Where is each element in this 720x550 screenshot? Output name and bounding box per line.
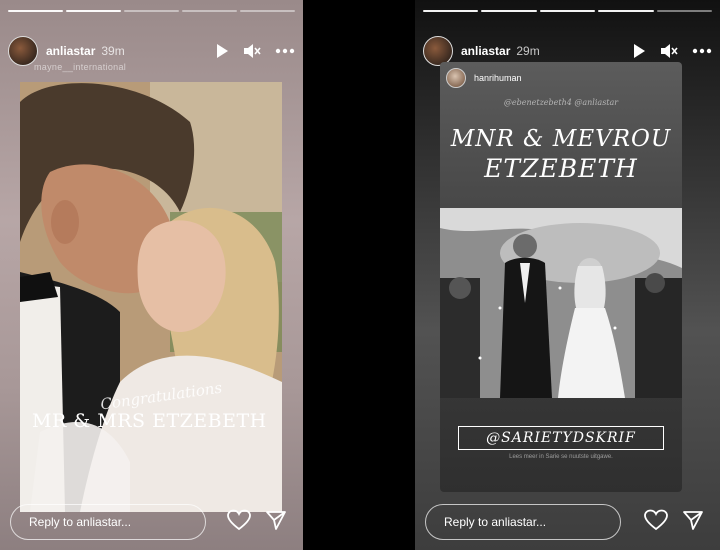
mute-icon[interactable] [243, 43, 261, 59]
shared-caption: @ebenetzebeth4 @anliastar [503, 98, 619, 107]
mention-tag[interactable]: mayne__international [34, 62, 126, 72]
story-photo: Congratulations MR & MRS ETZEBETH [20, 82, 282, 512]
story-time: 29m [516, 44, 540, 58]
play-icon[interactable] [215, 43, 229, 59]
shared-username[interactable]: hanrihuman [474, 73, 522, 83]
progress-segment [481, 10, 537, 12]
reply-bar: Reply to anliastar... [425, 502, 710, 542]
progress-segment [598, 10, 654, 12]
progress-segment [182, 10, 237, 12]
progress-segment [423, 10, 479, 12]
story-right[interactable]: anliastar 29m hanrihuman @ebenetzebeth4 … [415, 0, 720, 550]
story-left[interactable]: anliastar 39m mayne__international Congr… [0, 0, 303, 550]
more-icon[interactable] [275, 48, 295, 54]
mute-icon[interactable] [660, 43, 678, 59]
username[interactable]: anliastar [461, 44, 510, 58]
sticker-caption: Lees meer in Sarie se nuutste uitgawe. [509, 454, 613, 460]
play-icon[interactable] [632, 43, 646, 59]
wedding-walk-illustration [440, 208, 682, 398]
mention-sticker[interactable]: @SARIETYDSKRIF [458, 426, 664, 450]
progress-segment [240, 10, 295, 12]
shared-post-card[interactable]: hanrihuman @ebenetzebeth4 @anliastar MNR… [440, 62, 682, 492]
story-progress-bar [8, 10, 295, 12]
more-icon[interactable] [692, 48, 712, 54]
divider [303, 0, 415, 550]
send-icon[interactable] [682, 509, 704, 536]
couple-kiss-illustration [20, 82, 282, 512]
shared-title-line1: MNR & MEVROU [450, 126, 672, 152]
shared-avatar[interactable] [446, 68, 466, 88]
progress-segment [124, 10, 179, 12]
progress-segment [8, 10, 63, 12]
progress-segment [539, 10, 596, 12]
reply-input[interactable]: Reply to anliastar... [10, 504, 206, 540]
progress-segment [66, 10, 121, 12]
heart-icon[interactable] [644, 509, 668, 536]
story-progress-bar [423, 10, 713, 12]
username[interactable]: anliastar [46, 44, 95, 58]
instagram-stories-view: anliastar 39m mayne__international Congr… [0, 0, 720, 550]
reply-input[interactable]: Reply to anliastar... [425, 504, 621, 540]
send-icon[interactable] [265, 509, 287, 536]
wedding-photo [440, 208, 682, 398]
story-time: 39m [101, 44, 125, 58]
shared-title-line2: ETZEBETH [484, 154, 638, 183]
heart-icon[interactable] [227, 509, 251, 536]
overlay-title: MR & MRS ETZEBETH [32, 410, 267, 432]
reply-bar: Reply to anliastar... [10, 502, 293, 542]
progress-segment [656, 10, 713, 12]
